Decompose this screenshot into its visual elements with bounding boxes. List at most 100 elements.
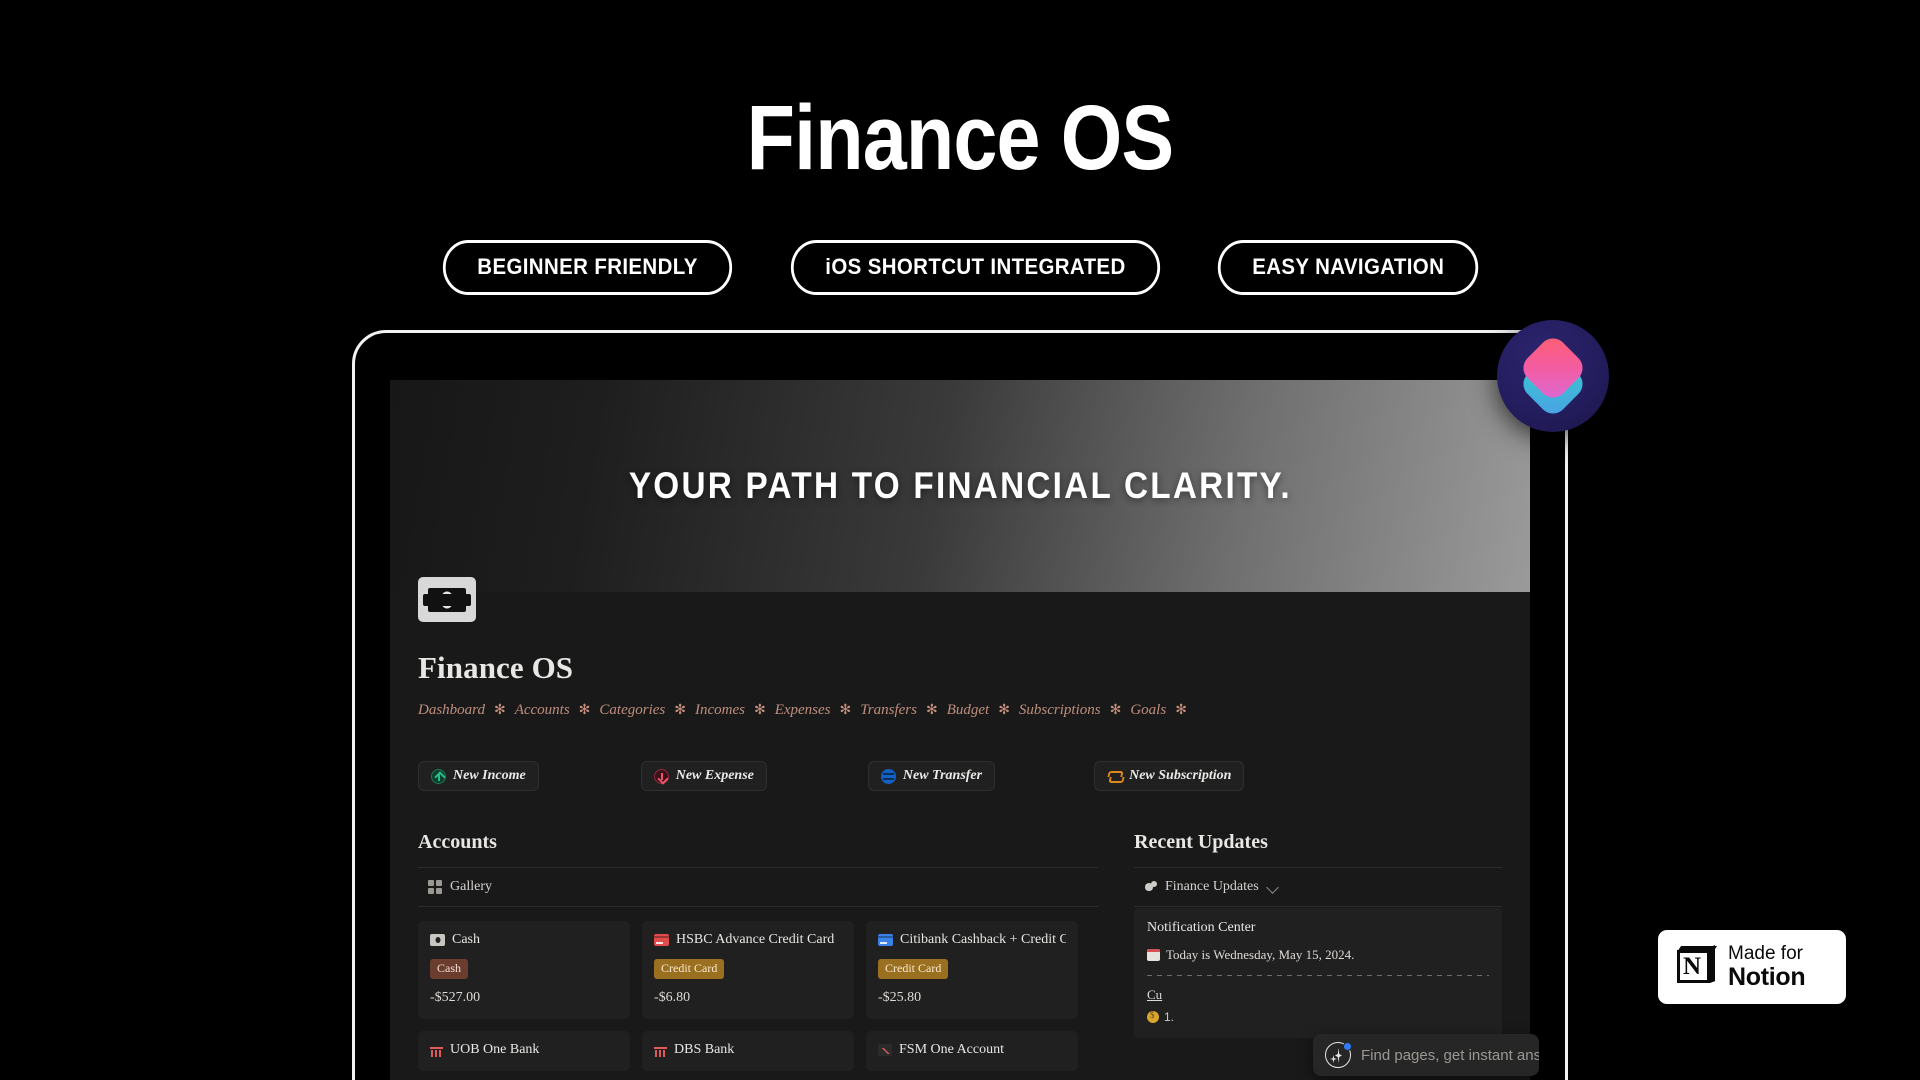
account-amount: -$25.80 (878, 990, 922, 1005)
nav-link-dashboard[interactable]: Dashboard (418, 702, 485, 719)
ai-search-placeholder: Find pages, get instant answers (1361, 1046, 1539, 1064)
notification-date-line: Today is Wednesday, May 15, 2024. (1147, 947, 1489, 963)
notion-logo-icon: N (1674, 945, 1718, 988)
feature-badge-easy-navigation: EASY NAVIGATION (1217, 240, 1479, 296)
column-gap (1098, 831, 1134, 1071)
made-for-label: Made for (1728, 942, 1803, 964)
account-name: HSBC Advance Credit Card (676, 932, 835, 947)
new-subscription-button[interactable]: New Subscription (1094, 761, 1245, 791)
transfer-icon (880, 768, 896, 784)
nav-link-subscriptions[interactable]: Subscriptions (1019, 702, 1101, 719)
account-amount: -$527.00 (430, 990, 481, 1005)
bank-icon (430, 1044, 443, 1057)
account-name: FSM One Account (899, 1042, 1004, 1057)
new-expense-button[interactable]: New Expense (640, 761, 767, 791)
made-for-notion-badge: N Made for Notion (1658, 930, 1846, 1004)
credit-card-blue-icon (878, 934, 893, 946)
divider (1134, 906, 1502, 907)
nav-separator-icon: ✻ (998, 703, 1010, 718)
nav-link-expenses[interactable]: Expenses (775, 702, 831, 719)
account-card-cash[interactable]: Cash Cash -$527.00 (418, 921, 630, 1019)
account-tag: Credit Card (654, 959, 725, 979)
quick-action-buttons: New Income New Expense New Transfer New … (418, 761, 1502, 791)
account-name: Citibank Cashback + Credit Card (900, 932, 1066, 947)
currency-sub-row: 1. (1147, 1010, 1489, 1024)
arrow-up-circle-icon (431, 768, 446, 784)
divider (418, 906, 1098, 907)
new-income-button[interactable]: New Income (418, 761, 539, 791)
nav-link-budget[interactable]: Budget (947, 702, 990, 719)
nav-separator-icon: ✻ (753, 703, 766, 718)
feature-badge-beginner-friendly: BEGINNER FRIENDLY (442, 240, 732, 296)
chart-icon (878, 1044, 892, 1056)
notification-center-card[interactable]: Notification Center Today is Wednesday, … (1134, 908, 1502, 1038)
account-tag: Credit Card (878, 959, 949, 979)
gallery-label: Gallery (450, 879, 492, 894)
account-card-uob[interactable]: UOB One Bank (418, 1031, 630, 1071)
account-card-row: UOB One Bank DBS Bank FSM One Account (418, 1031, 1098, 1071)
account-name: UOB One Bank (450, 1042, 540, 1057)
recent-updates-heading: Recent Updates (1134, 831, 1268, 853)
accounts-column: Accounts Gallery Cash Cash -$527.00 HSBC… (418, 831, 1098, 1071)
nav-separator-icon: ✻ (1175, 703, 1187, 718)
nav-separator-icon: ✻ (674, 703, 686, 718)
finance-updates-label: Finance Updates (1165, 879, 1259, 894)
currency-sub-text: 1. (1164, 1010, 1175, 1024)
account-card-citibank[interactable]: Citibank Cashback + Credit Card Credit C… (866, 921, 1078, 1019)
calendar-icon (1147, 949, 1160, 961)
notification-dot-icon (1343, 1042, 1352, 1051)
feature-badge-row: BEGINNER FRIENDLY iOS SHORTCUT INTEGRATE… (0, 240, 1920, 296)
finance-updates-selector[interactable]: Finance Updates (1134, 868, 1502, 906)
account-card-title: Cash (430, 932, 618, 948)
notion-ai-sparkle-icon (1325, 1042, 1352, 1068)
money-bag-icon (1147, 1010, 1159, 1023)
gallery-grid-icon (428, 880, 442, 894)
account-card-title: DBS Bank (654, 1042, 842, 1058)
nav-separator-icon: ✻ (578, 703, 591, 718)
page-title: Finance OS (418, 650, 574, 685)
account-name: Cash (452, 932, 480, 947)
nav-link-categories[interactable]: Categories (599, 702, 665, 719)
promo-title: Finance OS (746, 87, 1175, 189)
chevron-down-icon[interactable] (1265, 880, 1279, 894)
currency-label: Cu (1147, 987, 1163, 1002)
arrow-down-circle-icon (653, 768, 669, 784)
notion-ai-search-bar[interactable]: Find pages, get instant answers (1313, 1034, 1539, 1076)
nav-link-accounts[interactable]: Accounts (515, 702, 570, 719)
nav-link-incomes[interactable]: Incomes (695, 702, 745, 719)
credit-card-red-icon (654, 934, 669, 946)
nav-separator-icon: ✻ (925, 703, 938, 718)
nav-separator-icon: ✻ (493, 703, 506, 718)
notion-screen: YOUR PATH TO FINANCIAL CLARITY. Finance … (390, 380, 1530, 1080)
notion-label: Notion (1728, 962, 1806, 991)
account-card-title: HSBC Advance Credit Card (654, 932, 842, 948)
feature-badge-ios-shortcut: iOS SHORTCUT INTEGRATED (790, 240, 1160, 296)
accounts-heading: Accounts (418, 831, 497, 853)
cover-headline: YOUR PATH TO FINANCIAL CLARITY. (628, 465, 1292, 506)
account-card-title: Citibank Cashback + Credit Card (878, 932, 1066, 948)
new-subscription-label: New Subscription (1129, 768, 1232, 783)
promo-stage: Finance OS BEGINNER FRIENDLY iOS SHORTCU… (0, 0, 1920, 1080)
page-nav: Dashboard ✻ Accounts ✻ Categories ✻ Inco… (418, 702, 1502, 719)
people-icon (1144, 880, 1158, 894)
account-card-dbs[interactable]: DBS Bank (642, 1031, 854, 1071)
gallery-view-tab[interactable]: Gallery (418, 868, 1098, 906)
page-cover: YOUR PATH TO FINANCIAL CLARITY. (390, 380, 1530, 622)
account-card-hsbc[interactable]: HSBC Advance Credit Card Credit Card -$6… (642, 921, 854, 1019)
new-transfer-label: New Transfer (902, 768, 983, 783)
currency-row: Cu (1147, 987, 1489, 1003)
money-banknote-icon (418, 577, 476, 622)
dashed-divider (1147, 975, 1489, 976)
account-card-row: Cash Cash -$527.00 HSBC Advance Credit C… (418, 921, 1098, 1019)
account-card-title: UOB One Bank (430, 1042, 618, 1058)
nav-link-transfers[interactable]: Transfers (860, 702, 917, 719)
cash-icon (430, 934, 445, 946)
repeat-icon (1107, 769, 1122, 784)
account-amount: -$6.80 (654, 990, 691, 1005)
account-name: DBS Bank (674, 1042, 735, 1057)
new-transfer-button[interactable]: New Transfer (867, 761, 996, 791)
account-card-fsm[interactable]: FSM One Account (866, 1031, 1078, 1071)
new-income-label: New Income (453, 768, 526, 783)
notification-center-title: Notification Center (1147, 920, 1256, 935)
nav-link-goals[interactable]: Goals (1130, 702, 1166, 719)
